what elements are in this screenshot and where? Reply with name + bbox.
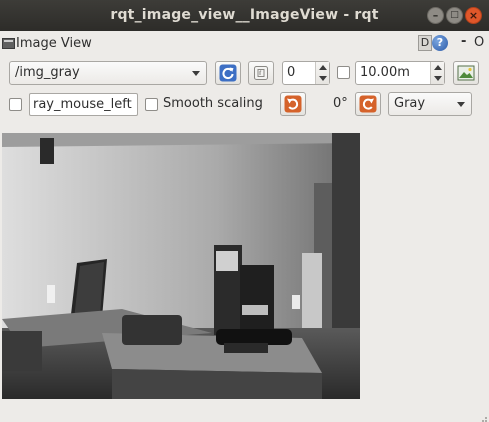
close-icon: ×	[468, 9, 479, 22]
range-checkbox[interactable]	[337, 66, 350, 79]
window-title: rqt_image_view__ImageView - rqt	[110, 7, 379, 23]
rotation-label: 0°	[333, 96, 348, 111]
chevron-up-icon	[319, 65, 327, 70]
zoom-spinbox-arrows[interactable]	[315, 62, 329, 84]
dock-minimize-button[interactable]: -	[461, 34, 466, 49]
refresh-icon	[219, 64, 237, 82]
topic-select-value: /img_gray	[15, 65, 80, 80]
resize-grip-icon	[482, 417, 487, 422]
image-display[interactable]	[2, 133, 360, 399]
chevron-down-icon	[319, 76, 327, 81]
color-scheme-value: Gray	[394, 96, 426, 111]
help-icon[interactable]: ?	[432, 35, 448, 51]
rotate-left-button[interactable]	[280, 92, 306, 116]
close-window-button[interactable]: ×	[465, 7, 482, 24]
chevron-down-icon	[434, 76, 442, 81]
camera-image	[2, 133, 360, 399]
maximize-window-button[interactable]: □	[446, 7, 463, 24]
max-range-spinbox[interactable]: 10.00m	[355, 61, 445, 85]
dock-header: Image View D ? - O	[0, 31, 489, 57]
dock-title: Image View	[16, 36, 92, 51]
dock-d-button[interactable]: D	[418, 35, 432, 51]
max-range-value: 10.00m	[360, 65, 410, 80]
chevron-down-icon	[457, 102, 465, 107]
maximize-icon: □	[450, 10, 459, 20]
image-view-icon	[2, 38, 15, 49]
rotate-right-icon	[359, 95, 377, 113]
minimize-icon: –	[432, 9, 439, 22]
refresh-topics-button[interactable]	[215, 61, 241, 85]
max-range-arrows[interactable]	[430, 62, 444, 84]
chevron-down-icon	[192, 71, 200, 76]
save-image-icon	[457, 65, 475, 81]
save-image-button[interactable]	[453, 61, 479, 85]
zoom-reset-button[interactable]	[248, 61, 274, 85]
dock-close-button[interactable]: O	[474, 35, 484, 50]
mouse-topic-input[interactable]: ray_mouse_left	[29, 93, 138, 116]
smooth-scaling-checkbox[interactable]	[145, 98, 158, 111]
chevron-up-icon	[434, 65, 442, 70]
zoom-reset-icon	[254, 66, 268, 80]
minimize-window-button[interactable]: –	[427, 7, 444, 24]
publish-mouse-checkbox[interactable]	[9, 98, 22, 111]
zoom-spinbox-value: 0	[287, 65, 296, 80]
color-scheme-select[interactable]: Gray	[388, 92, 472, 116]
resize-grip[interactable]	[480, 412, 488, 422]
window-titlebar[interactable]: rqt_image_view__ImageView - rqt – □ ×	[0, 0, 489, 31]
smooth-scaling-label: Smooth scaling	[163, 96, 263, 111]
rotate-right-button[interactable]	[355, 92, 381, 116]
topic-select[interactable]: /img_gray	[9, 61, 207, 85]
zoom-spinbox[interactable]: 0	[282, 61, 330, 85]
rotate-left-icon	[284, 95, 302, 113]
